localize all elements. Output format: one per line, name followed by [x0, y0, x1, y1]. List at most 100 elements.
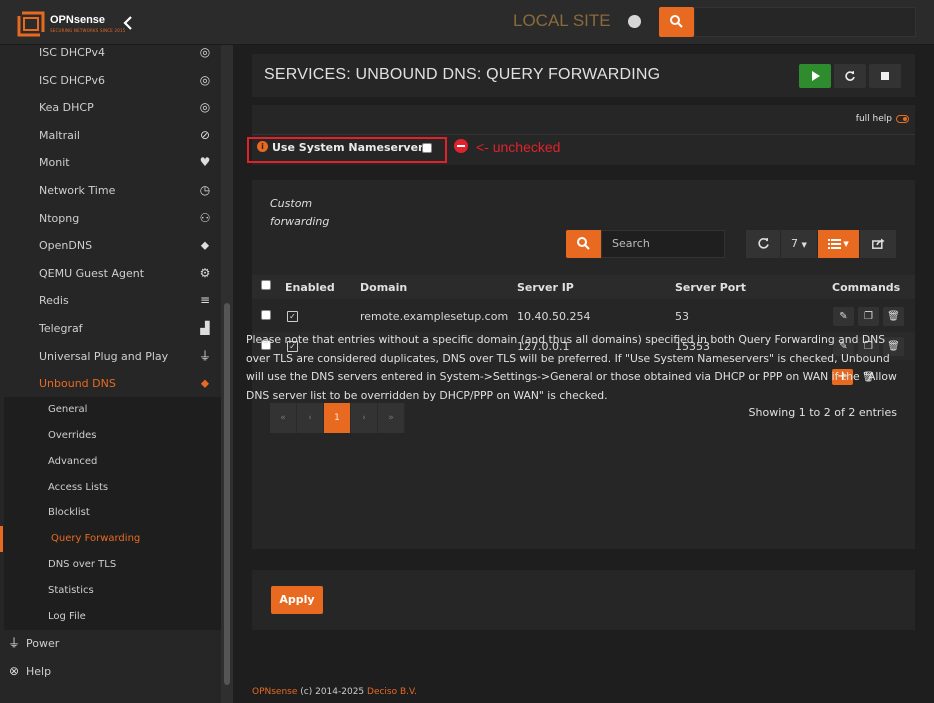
sidebar-subitem-log-file[interactable]: Log File — [4, 603, 221, 630]
target-icon: ◎ — [199, 100, 211, 115]
sidebar-subitem-label: Statistics — [48, 584, 94, 596]
edit-button[interactable]: ✎ — [833, 307, 854, 326]
tags-icon: ⬥ — [200, 376, 210, 391]
sidebar-item-isc-dhcpv6[interactable]: ISC DHCPv6 ◎ — [0, 67, 221, 94]
sidebar-item-label: Unbound DNS — [39, 377, 116, 391]
sidebar-subitem-dns-over-tls[interactable]: DNS over TLS — [4, 552, 221, 578]
sidebar-item-maltrail[interactable]: Maltrail ⊘ — [0, 122, 221, 149]
sidebar-item-opendns[interactable]: OpenDNS ⬥ — [0, 232, 221, 259]
collapse-sidebar-button[interactable] — [119, 12, 137, 34]
export-button[interactable] — [860, 230, 896, 258]
sidebar-item-label: Kea DHCP — [39, 101, 94, 115]
sidebar: ISC DHCPv4 ◎ ISC DHCPv6 ◎ Kea DHCP ◎ Mal… — [0, 45, 233, 703]
column-header-enabled[interactable]: Enabled — [285, 281, 335, 294]
sidebar-item-network-time[interactable]: Network Time ◷ — [0, 177, 221, 204]
apply-button[interactable]: Apply — [271, 586, 323, 614]
footer: OPNsense (c) 2014-2025 Deciso B.V. — [252, 687, 417, 697]
sidebar-subitem-label: Blocklist — [48, 507, 90, 519]
global-search-input[interactable] — [694, 7, 916, 37]
use-system-nameservers-label: Use System Nameservers — [272, 141, 431, 154]
caret-down-icon: ▼ — [801, 241, 807, 249]
sidebar-item-isc-dhcpv4[interactable]: ISC DHCPv4 ◎ — [0, 39, 221, 66]
opnsense-logo-icon — [17, 11, 45, 37]
sidebar-item-telegraf[interactable]: Telegraf ▟ — [0, 315, 221, 342]
grid-search-button[interactable] — [566, 230, 601, 258]
sidebar-item-unbound-dns[interactable]: Unbound DNS ⬥ — [0, 370, 221, 397]
page-last-button[interactable]: » — [378, 403, 405, 433]
table-row[interactable]: ✓ remote.examplesetup.com 10.40.50.254 5… — [252, 302, 915, 330]
column-header-domain[interactable]: Domain — [360, 281, 407, 294]
stop-icon — [881, 72, 889, 80]
grid-refresh-button[interactable] — [746, 230, 780, 258]
info-icon[interactable]: i — [257, 141, 268, 152]
footer-company-link[interactable]: Deciso B.V. — [367, 687, 417, 697]
toggle-icon — [896, 114, 909, 123]
caret-down-icon: ▼ — [841, 240, 849, 248]
sidebar-subitem-statistics[interactable]: Statistics — [4, 577, 221, 604]
sidebar-item-label: Redis — [39, 294, 69, 308]
sidebar-subitem-query-forwarding[interactable]: Query Forwarding — [0, 526, 221, 553]
sidebar-item-label: Power — [26, 637, 60, 651]
title-bar: SERVICES: UNBOUND DNS: QUERY FORWARDING — [252, 54, 915, 97]
use-system-nameservers-checkbox[interactable] — [422, 143, 432, 153]
page-next-button[interactable]: › — [351, 403, 378, 433]
tags-icon: ⬥ — [200, 238, 210, 253]
page-first-button[interactable]: « — [270, 403, 297, 433]
sidebar-subitem-advanced[interactable]: Advanced — [4, 448, 221, 475]
scrollbar-thumb[interactable] — [224, 303, 230, 685]
column-header-server-port[interactable]: Server Port — [675, 281, 746, 294]
sidebar-item-label: Telegraf — [39, 322, 83, 335]
sidebar-item-label: Ntopng — [39, 211, 80, 225]
column-header-server-ip[interactable]: Server IP — [517, 281, 574, 294]
columns-dropdown[interactable]: ▼ — [818, 230, 859, 258]
heartbeat-icon: ♥ — [199, 155, 211, 170]
select-all-checkbox[interactable] — [261, 280, 271, 290]
sidebar-item-label: Help — [26, 665, 52, 679]
sidebar-item-help[interactable]: ⊗ Help — [0, 658, 221, 685]
sidebar-item-qemu-guest-agent[interactable]: QEMU Guest Agent ⚙ — [0, 260, 221, 287]
column-header-commands: Commands — [832, 281, 901, 294]
global-search-button[interactable] — [659, 7, 694, 37]
start-service-button[interactable] — [799, 64, 831, 88]
sidebar-subitem-access-lists[interactable]: Access Lists — [4, 474, 221, 501]
target-icon: ◎ — [199, 72, 211, 87]
sidebar-subitem-label: DNS over TLS — [48, 559, 117, 570]
gear-icon: ⚙ — [199, 265, 211, 280]
sidebar-item-kea-dhcp[interactable]: Kea DHCP ◎ — [0, 94, 221, 121]
footer-brand-link[interactable]: OPNsense — [252, 687, 297, 697]
sidebar-item-label: ISC DHCPv6 — [39, 73, 105, 87]
cell-server-ip: 10.40.50.254 — [517, 310, 591, 323]
sidebar-subitem-blocklist[interactable]: Blocklist — [4, 500, 221, 527]
grid-title: Custom forwarding — [270, 197, 330, 228]
clone-button[interactable]: ❐ — [858, 307, 879, 326]
sidebar-item-label: Monit — [39, 156, 70, 170]
sidebar-item-power[interactable]: ⏚ Power — [0, 630, 221, 657]
sidebar-item-monit[interactable]: Monit ♥ — [0, 149, 221, 176]
site-name: LOCAL SITE — [513, 11, 611, 30]
grid-search-input[interactable]: Search — [601, 230, 725, 258]
sidebar-subitem-overrides[interactable]: Overrides — [4, 423, 221, 449]
annotation-text: <- unchecked — [476, 139, 561, 155]
logo-tagline: SECURING NETWORKS SINCE 2015 — [50, 28, 126, 33]
sidebar-subitem-general[interactable]: General — [4, 397, 221, 424]
sidebar-item-redis[interactable]: Redis ≡ — [0, 287, 221, 314]
restart-service-button[interactable] — [834, 64, 866, 88]
row-select-checkbox[interactable] — [261, 310, 271, 320]
page-size-dropdown[interactable]: 7 ▼ — [781, 230, 817, 258]
sidebar-item-label: Universal Plug and Play — [39, 349, 169, 363]
table-header: Enabled Domain Server IP Server Port Com… — [252, 275, 915, 299]
enabled-check-icon[interactable]: ✓ — [287, 311, 298, 322]
sidebar-item-ntopng[interactable]: Ntopng ⚇ — [0, 205, 221, 232]
sidebar-item-universal-plug-and-play[interactable]: Universal Plug and Play ⏚ — [0, 343, 221, 370]
page-1-button[interactable]: 1 — [324, 403, 351, 433]
full-help-toggle[interactable]: full help — [856, 114, 909, 124]
full-help-label: full help — [855, 114, 892, 124]
sidebar-subitem-label: Overrides — [48, 430, 97, 441]
page-prev-button[interactable]: ‹ — [297, 403, 324, 433]
delete-button[interactable]: 🗑 — [883, 307, 904, 326]
stop-service-button[interactable] — [869, 64, 901, 88]
trash-icon: 🗑 — [887, 311, 900, 322]
life-ring-icon: ⊗ — [8, 664, 20, 679]
chevron-left-icon — [123, 16, 132, 30]
sidebar-scrollbar[interactable] — [221, 45, 233, 703]
